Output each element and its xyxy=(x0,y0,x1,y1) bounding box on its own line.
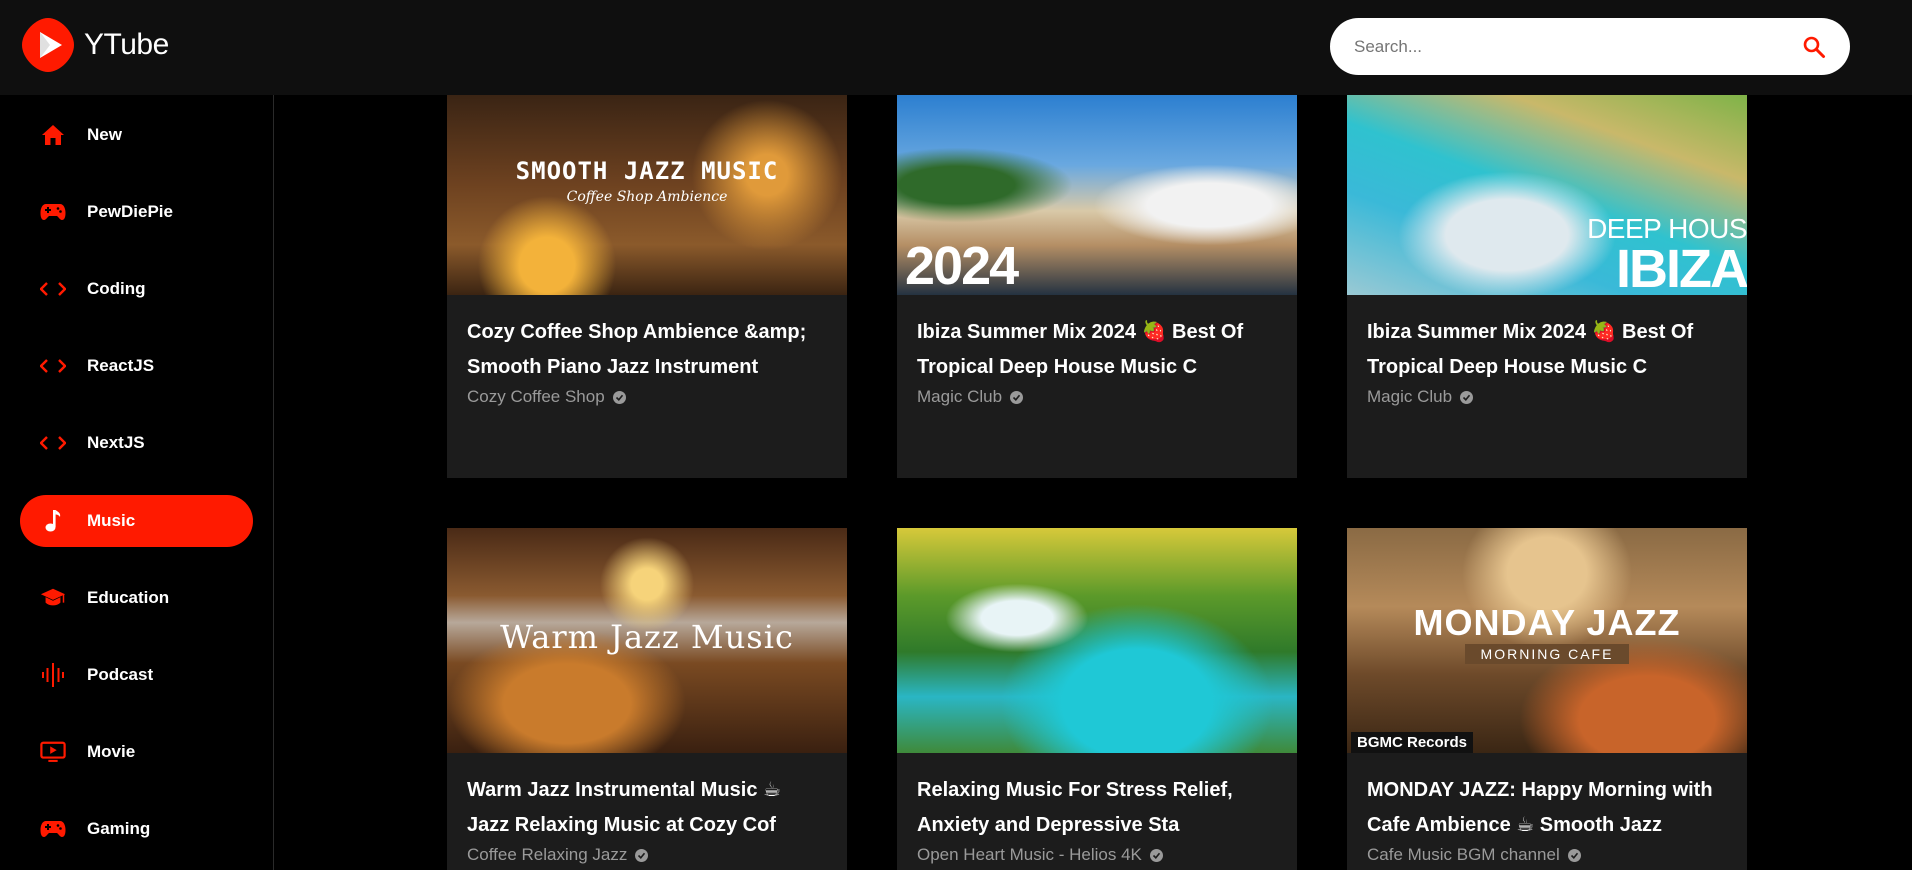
video-thumbnail[interactable]: DEEP HOUS IBIZA xyxy=(1347,95,1747,295)
verified-check-icon xyxy=(635,848,649,862)
tv-icon xyxy=(40,739,66,765)
video-title[interactable]: Cozy Coffee Shop Ambience &amp; Smooth P… xyxy=(467,315,827,385)
sidebar-item-label: Music xyxy=(87,511,136,530)
video-title[interactable]: Warm Jazz Instrumental Music ☕ Jazz Rela… xyxy=(467,773,827,843)
video-thumbnail[interactable]: SMOOTH JAZZ MUSIC Coffee Shop Ambience xyxy=(447,95,847,295)
video-title[interactable]: Relaxing Music For Stress Relief, Anxiet… xyxy=(917,773,1277,843)
sidebar-item-gaming[interactable]: Gaming xyxy=(20,803,253,855)
channel-row: Cozy Coffee Shop xyxy=(467,387,827,407)
video-thumbnail[interactable]: MONDAY JAZZ MORNING CAFE BGMC Records xyxy=(1347,528,1747,753)
sidebar-item-coding[interactable]: Coding xyxy=(20,263,253,315)
video-card[interactable]: 2024 Ibiza Summer Mix 2024 🍓 Best Of Tro… xyxy=(897,95,1297,478)
channel-badge: BGMC Records xyxy=(1351,732,1474,753)
sidebar: New PewDiePie Coding ReactJS NextJS Musi… xyxy=(0,95,274,870)
video-card[interactable]: SMOOTH JAZZ MUSIC Coffee Shop Ambience C… xyxy=(447,95,847,478)
top-header: YTube xyxy=(0,0,1912,95)
channel-name[interactable]: Open Heart Music - Helios 4K xyxy=(917,845,1142,865)
sidebar-item-podcast[interactable]: Podcast xyxy=(20,649,253,701)
verified-check-icon xyxy=(1567,848,1581,862)
app-logo[interactable]: YTube xyxy=(20,16,169,74)
sidebar-item-nextjs[interactable]: NextJS xyxy=(20,417,253,469)
search-input[interactable] xyxy=(1354,36,1800,57)
video-thumbnail[interactable] xyxy=(897,528,1297,753)
video-title[interactable]: Ibiza Summer Mix 2024 🍓 Best Of Tropical… xyxy=(1367,315,1727,385)
thumbnail-title-text: SMOOTH JAZZ MUSIC xyxy=(515,157,779,185)
sidebar-item-label: Podcast xyxy=(87,665,154,684)
search-bar xyxy=(1330,18,1850,75)
code-icon xyxy=(40,430,66,456)
sidebar-item-reactjs[interactable]: ReactJS xyxy=(20,340,253,392)
gamepad-icon xyxy=(40,816,66,842)
search-icon[interactable] xyxy=(1800,33,1828,61)
home-icon xyxy=(40,122,66,148)
thumbnail-title-text: MONDAY JAZZ xyxy=(1413,602,1681,643)
channel-row: Magic Club xyxy=(917,387,1277,407)
thumbnail-subtitle-text: IBIZA xyxy=(1616,239,1747,295)
channel-name[interactable]: Coffee Relaxing Jazz xyxy=(467,845,627,865)
graduation-cap-icon xyxy=(40,585,66,611)
verified-check-icon xyxy=(1460,390,1474,404)
channel-row: Cafe Music BGM channel xyxy=(1367,845,1727,865)
video-thumbnail[interactable]: Warm Jazz Music xyxy=(447,528,847,753)
video-thumbnail[interactable]: 2024 xyxy=(897,95,1297,295)
video-card[interactable]: Warm Jazz Music Warm Jazz Instrumental M… xyxy=(447,528,847,870)
code-icon xyxy=(40,276,66,302)
sidebar-item-label: Coding xyxy=(87,279,146,298)
thumbnail-subtitle-box: MORNING CAFE xyxy=(1347,644,1747,664)
channel-row: Open Heart Music - Helios 4K xyxy=(917,845,1277,865)
sidebar-item-label: Education xyxy=(87,588,170,607)
channel-row: Coffee Relaxing Jazz xyxy=(467,845,827,865)
video-title[interactable]: MONDAY JAZZ: Happy Morning with Cafe Amb… xyxy=(1367,773,1727,843)
code-icon xyxy=(40,353,66,379)
sidebar-item-label: New xyxy=(87,125,122,144)
channel-name[interactable]: Cozy Coffee Shop xyxy=(467,387,605,407)
podcast-icon xyxy=(40,662,66,688)
channel-name[interactable]: Cafe Music BGM channel xyxy=(1367,845,1560,865)
video-card[interactable]: Relaxing Music For Stress Relief, Anxiet… xyxy=(897,528,1297,870)
sidebar-item-education[interactable]: Education xyxy=(20,572,253,624)
sidebar-item-label: ReactJS xyxy=(87,356,155,375)
sidebar-item-label: PewDiePie xyxy=(87,202,173,221)
sidebar-item-pewdiepie[interactable]: PewDiePie xyxy=(20,186,253,238)
channel-row: Magic Club xyxy=(1367,387,1727,407)
channel-name[interactable]: Magic Club xyxy=(1367,387,1452,407)
thumbnail-subtitle-text: MORNING CAFE xyxy=(1464,644,1630,664)
thumbnail-title-text: 2024 xyxy=(905,236,1019,295)
verified-check-icon xyxy=(1010,390,1024,404)
video-title[interactable]: Ibiza Summer Mix 2024 🍓 Best Of Tropical… xyxy=(917,315,1277,385)
app-name: YTube xyxy=(84,28,169,61)
sidebar-item-new[interactable]: New xyxy=(20,109,253,161)
channel-name[interactable]: Magic Club xyxy=(917,387,1002,407)
sidebar-item-music[interactable]: Music xyxy=(20,495,253,547)
music-note-icon xyxy=(40,508,66,534)
video-card[interactable]: DEEP HOUS IBIZA Ibiza Summer Mix 2024 🍓 … xyxy=(1347,95,1747,478)
sidebar-item-label: Gaming xyxy=(87,819,151,838)
play-logo-icon xyxy=(20,16,76,74)
thumbnail-subtitle-text: Coffee Shop Ambience xyxy=(566,189,728,205)
sidebar-item-movie[interactable]: Movie xyxy=(20,726,253,778)
sidebar-item-label: NextJS xyxy=(87,433,145,452)
sidebar-item-label: Movie xyxy=(87,742,136,761)
video-card[interactable]: MONDAY JAZZ MORNING CAFE BGMC Records MO… xyxy=(1347,528,1747,870)
gamepad-icon xyxy=(40,199,66,225)
verified-check-icon xyxy=(1149,848,1163,862)
verified-check-icon xyxy=(612,390,626,404)
thumbnail-title-text: Warm Jazz Music xyxy=(500,618,794,656)
